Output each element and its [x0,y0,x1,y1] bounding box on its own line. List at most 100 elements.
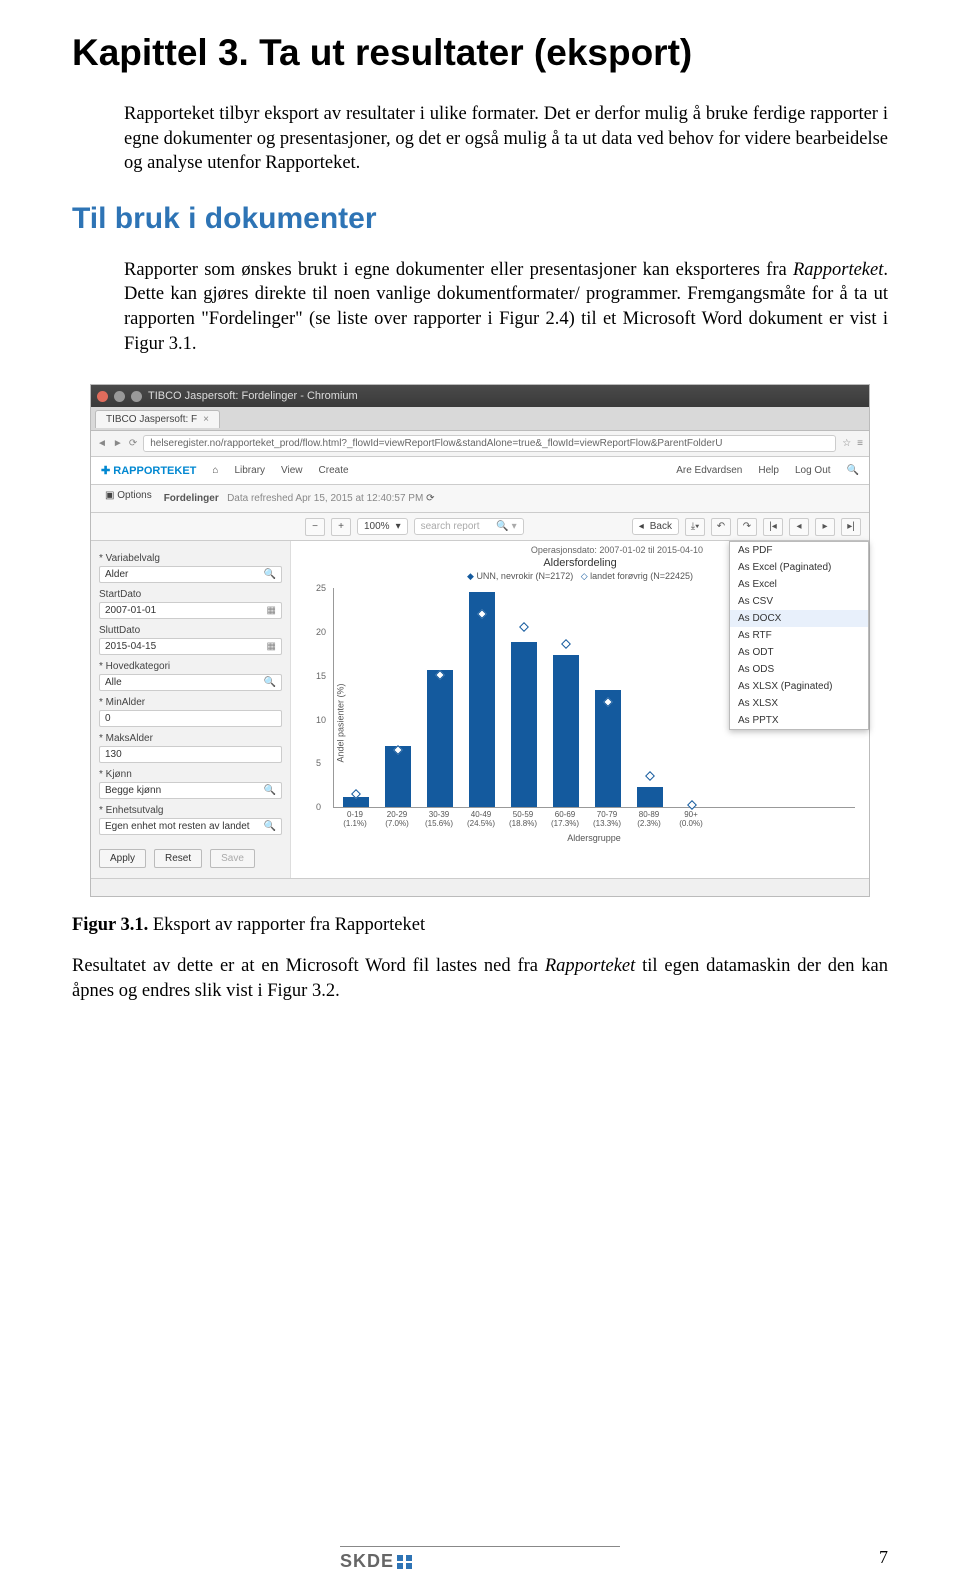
export-option[interactable]: As CSV [730,593,868,610]
inp-minalder[interactable]: 0 [99,710,282,727]
caption-text: Eksport av rapporter fra Rapporteket [148,915,425,935]
inp-kjonn[interactable]: Begge kjønn🔍 [99,782,282,799]
zoom-in-button[interactable]: + [331,518,351,536]
browser-tabbar: TIBCO Jaspersoft: F × [91,407,869,431]
user-name[interactable]: Are Edvardsen [676,465,742,476]
lbl-minalder: * MinAlder [99,697,282,708]
app-brand: ✚ RAPPORTEKET [101,464,196,477]
search-placeholder: search report [421,521,480,532]
export-option[interactable]: As PDF [730,542,868,559]
x-axis-label: Aldersgruppe [333,833,855,843]
search-report-input[interactable]: search report 🔍 ▾ [414,518,524,535]
export-option[interactable]: As Excel [730,576,868,593]
back-button[interactable]: ◂ Back [632,518,679,535]
bookmark-icon[interactable]: ☆ [842,438,851,449]
inp-maksalder[interactable]: 130 [99,746,282,763]
bar-80-89 [636,787,664,807]
browser-tab[interactable]: TIBCO Jaspersoft: F × [95,410,220,428]
footer-logo: SKDE [340,1551,620,1572]
chart-area: Operasjonsdato: 2007-01-02 til 2015-04-1… [291,541,869,878]
page-next-button[interactable]: ▸ [815,518,835,536]
legend-1: UNN, nevrokir (N=2172) [476,571,573,581]
screenshot-figure: TIBCO Jaspersoft: Fordelinger - Chromium… [90,384,870,897]
save-button[interactable]: Save [210,849,255,868]
window-min-icon[interactable] [114,391,125,402]
menu-logout[interactable]: Log Out [795,465,831,476]
zoom-level[interactable]: 100% ▾ [357,518,408,535]
menu-home-icon[interactable]: ⌂ [212,465,218,476]
export-option[interactable]: As ODS [730,661,868,678]
nav-reload-icon[interactable]: ⟳ [129,438,137,449]
inp-enhet[interactable]: Egen enhet mot resten av landet🔍 [99,818,282,835]
inp-startdato[interactable]: 2007-01-01▦ [99,602,282,619]
lbl-variabelvalg: * Variabelvalg [99,553,282,564]
options-sidebar: * Variabelvalg Alder🔍 StartDato 2007-01-… [91,541,291,878]
window-max-icon[interactable] [131,391,142,402]
xtick: 20-29(7.0%) [383,811,411,829]
bar-20-29 [384,746,412,808]
redo-button[interactable]: ↷ [737,518,757,536]
page-number: 7 [879,1547,888,1568]
result-paragraph: Resultatet av dette er at en Microsoft W… [72,954,888,1003]
status-bar [91,878,869,896]
val-maksalder: 130 [105,749,122,760]
logo-squares-icon-2 [406,1555,412,1569]
zoom-out-button[interactable]: − [305,518,325,536]
menu-icon[interactable]: ≡ [857,438,863,449]
report-name: Fordelinger [164,493,219,504]
search-btn-icon[interactable]: 🔍 ▾ [496,521,516,532]
url-field[interactable]: helseregister.no/rapporteket_prod/flow.h… [143,435,836,452]
intro-paragraph: Rapporteket tilbyr eksport av resultater… [72,102,888,176]
inp-hovedkat[interactable]: Alle🔍 [99,674,282,691]
lbl-hovedkat: * Hovedkategori [99,661,282,672]
app-menubar: ✚ RAPPORTEKET ⌂ Library View Create Are … [91,457,869,485]
back-label: Back [650,521,672,532]
export-option[interactable]: As RTF [730,627,868,644]
xtick: 70-79(13.3%) [593,811,621,829]
xtick: 0-19(1.1%) [341,811,369,829]
inp-variabelvalg[interactable]: Alder🔍 [99,566,282,583]
crumb-area: Fordelinger Data refreshed Apr 15, 2015 … [164,493,861,504]
menu-help[interactable]: Help [758,465,779,476]
menu-create[interactable]: Create [319,465,349,476]
refreshed-text: Data refreshed Apr 15, 2015 at 12:40:57 … [227,493,423,504]
caption-label: Figur 3.1. [72,915,148,935]
val-sluttdato: 2015-04-15 [105,641,156,652]
report-toolbar: ▣ Options Fordelinger Data refreshed Apr… [91,485,869,513]
export-option[interactable]: As XLSX [730,695,868,712]
cal-icon-2: ▦ [267,641,276,652]
page-first-button[interactable]: |◂ [763,518,783,536]
export-option[interactable]: As XLSX (Paginated) [730,678,868,695]
export-menu[interactable]: As PDFAs Excel (Paginated)As ExcelAs CSV… [729,541,869,730]
apply-button[interactable]: Apply [99,849,146,868]
search-icon[interactable]: 🔍 [847,465,859,476]
export-option[interactable]: As ODT [730,644,868,661]
xtick: 50-59(18.8%) [509,811,537,829]
val-minalder: 0 [105,713,111,724]
tab-close-icon[interactable]: × [203,414,209,425]
page-prev-button[interactable]: ◂ [789,518,809,536]
bar-40-49 [468,592,496,808]
xtick: 40-49(24.5%) [467,811,495,829]
nav-back-icon[interactable]: ◄ [97,438,107,449]
search-icon-3: 🔍 [264,785,276,796]
menu-view[interactable]: View [281,465,303,476]
page-last-button[interactable]: ▸| [841,518,861,536]
window-close-icon[interactable] [97,391,108,402]
logo-text: SKDE [340,1551,394,1572]
menu-library[interactable]: Library [234,465,265,476]
options-label: Options [117,490,151,501]
chapter-heading: Kapittel 3. Ta ut resultater (eksport) [72,32,888,74]
export-button[interactable]: ⤓▾ [685,518,705,536]
options-toggle[interactable]: ▣ Options [99,487,158,504]
legend-2: landet forøvrig (N=22425) [590,571,693,581]
inp-sluttdato[interactable]: 2015-04-15 ▦ [99,638,282,655]
nav-fwd-icon[interactable]: ► [113,438,123,449]
para2-a: Rapporter som ønskes brukt i egne dokume… [124,260,793,280]
export-option[interactable]: As PPTX [730,712,868,729]
export-option[interactable]: As DOCX [730,610,868,627]
val-enhet: Egen enhet mot resten av landet [105,821,250,832]
undo-button[interactable]: ↶ [711,518,731,536]
export-option[interactable]: As Excel (Paginated) [730,559,868,576]
reset-button[interactable]: Reset [154,849,202,868]
